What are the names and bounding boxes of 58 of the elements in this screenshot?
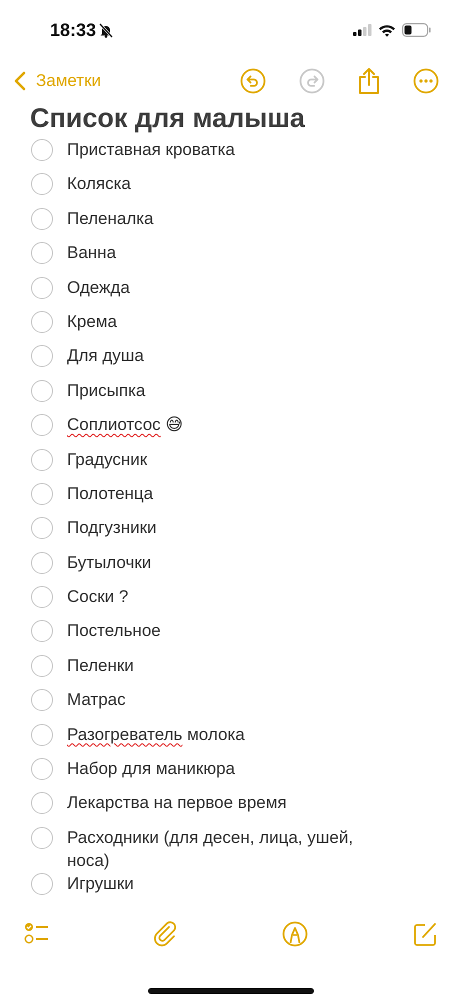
checklist-item-text: Соплиотсос 😅 — [67, 414, 184, 436]
checklist-item-text: Подгузники — [67, 517, 157, 540]
checkbox[interactable] — [31, 242, 53, 264]
checkbox[interactable] — [31, 310, 53, 333]
status-time: 18:33 — [50, 20, 96, 40]
checklist-item-text: Набор для маникюра — [67, 758, 235, 780]
checkbox[interactable] — [31, 276, 53, 299]
checkbox[interactable] — [31, 139, 53, 161]
paperclip-icon[interactable] — [154, 921, 178, 948]
checklist-item-text: Пеленки — [67, 654, 134, 677]
more-icon[interactable] — [413, 68, 439, 94]
checkbox[interactable] — [31, 482, 53, 505]
checkbox[interactable] — [31, 208, 53, 230]
undo-icon[interactable] — [240, 68, 266, 94]
checklist-icon[interactable] — [24, 922, 50, 946]
checkbox[interactable] — [31, 345, 53, 368]
checklist-item-text: Коляска — [67, 173, 131, 196]
checklist-item-text: Разогреватель молока — [67, 724, 245, 746]
checklist-item-text: Матрас — [67, 689, 126, 712]
checklist-item-text: Ванна — [67, 242, 116, 264]
checkbox[interactable] — [31, 414, 53, 436]
checklist-item-text: Полотенца — [67, 482, 154, 505]
checkbox[interactable] — [31, 826, 53, 849]
checklist-item-text: Присыпка — [67, 380, 146, 402]
checklist-item-text: Пеленалка — [67, 208, 154, 230]
share-icon[interactable] — [358, 67, 380, 95]
checkbox[interactable] — [31, 758, 53, 780]
compose-icon[interactable] — [412, 921, 438, 948]
checkbox[interactable] — [31, 872, 53, 895]
checklist-item-text: Игрушки — [67, 872, 134, 895]
checklist-item-text: Приставная кроватка — [67, 139, 235, 161]
checklist-item-text: Лекарства на первое время — [67, 792, 287, 814]
checklist-item-text: Крема — [67, 310, 117, 333]
checkbox[interactable] — [31, 448, 53, 471]
checklist-item-text: Для душа — [67, 345, 144, 368]
checkbox[interactable] — [31, 724, 53, 746]
checkbox[interactable] — [31, 552, 53, 574]
checklist-item-text: Бутылочки — [67, 552, 152, 574]
chevron-left-icon — [14, 71, 26, 91]
battery-icon — [402, 23, 431, 37]
checkbox[interactable] — [31, 517, 53, 540]
back-button[interactable]: Заметки — [14, 71, 102, 91]
checkbox[interactable] — [31, 380, 53, 402]
checkbox[interactable] — [31, 586, 53, 608]
checkbox[interactable] — [31, 689, 53, 712]
signal-icon — [353, 24, 372, 36]
note-title: Список для малыша — [29, 102, 306, 134]
checklist-item-text: Одежда — [67, 276, 130, 299]
checkbox[interactable] — [31, 654, 53, 677]
checklist-item-text: Градусник — [67, 448, 148, 471]
checkbox[interactable] — [31, 173, 53, 196]
checklist-item-text: Расходники (для десен, лица, ушей, носа) — [67, 826, 354, 872]
checkbox[interactable] — [31, 620, 53, 642]
checkbox[interactable] — [31, 792, 53, 814]
pen-icon[interactable] — [282, 921, 308, 948]
checklist-item-text: Соски ? — [67, 586, 128, 608]
wifi-icon — [378, 24, 396, 36]
checklist-item-text: Постельное — [67, 620, 161, 642]
